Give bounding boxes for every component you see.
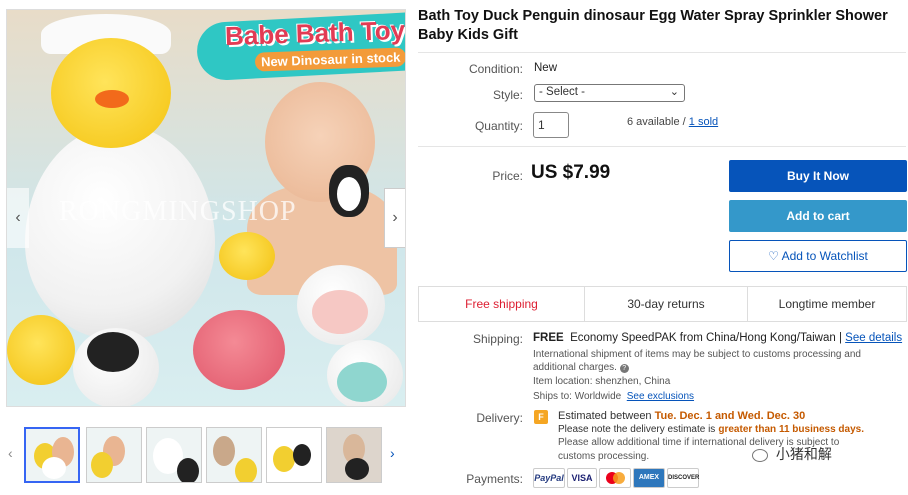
- thumb-prev-arrow-icon[interactable]: ‹: [8, 445, 13, 461]
- delivery-dates: Tue. Dec. 1 and Wed. Dec. 30: [654, 410, 806, 422]
- free-shipping-badge: Free shipping: [418, 286, 585, 322]
- duck-toy-corner: [7, 315, 75, 385]
- buy-it-now-button[interactable]: Buy It Now: [729, 160, 907, 192]
- product-title: Bath Toy Duck Penguin dinosaur Egg Water…: [418, 8, 888, 43]
- shipping-free: FREE: [533, 332, 564, 344]
- delivery-note-highlight: greater than 11 business days.: [718, 423, 864, 435]
- see-details-link[interactable]: See details: [845, 332, 902, 344]
- style-select[interactable]: - Select - ⌄: [534, 84, 685, 102]
- style-label: Style:: [492, 88, 523, 102]
- thumbnail-3[interactable]: [146, 427, 202, 483]
- wechat-watermark: 小猪和解: [752, 444, 832, 464]
- delivery-estimate-icon: F: [534, 410, 548, 424]
- intl-note-line-1: International shipment of items may be s…: [533, 349, 861, 360]
- delivery-details: Estimated between Tue. Dec. 1 and Wed. D…: [558, 410, 888, 463]
- shipping-method: Economy SpeedPAK from China/Hong Kong/Ta…: [570, 332, 842, 344]
- mastercard-icon: MC: [599, 468, 631, 488]
- penguin-toy: [329, 165, 369, 217]
- thumbnail-6[interactable]: [326, 427, 382, 483]
- delivery-estimated-prefix: Estimated between: [558, 410, 652, 422]
- discover-icon: DISCOVER: [667, 468, 699, 488]
- black-penguin-toy: [87, 332, 139, 372]
- thumbnail-5[interactable]: [266, 427, 322, 483]
- item-location: Item location: shenzhen, China: [533, 376, 671, 387]
- thumbnail-2[interactable]: [86, 427, 142, 483]
- thumbnail-strip: ‹ ›: [6, 425, 406, 485]
- delivery-note-prefix: Please note the delivery estimate is: [558, 423, 716, 435]
- divider: [418, 52, 906, 53]
- thumbnail-4[interactable]: [206, 427, 262, 483]
- ships-to: Ships to: Worldwide See exclusions: [533, 390, 694, 403]
- condition-value: New: [534, 62, 558, 74]
- condition-label: Condition:: [468, 62, 523, 76]
- divider: [418, 146, 906, 147]
- shop-watermark: RONGMINGSHOP: [59, 196, 297, 227]
- info-icon[interactable]: ?: [619, 364, 629, 373]
- shipping-summary: FREE Economy SpeedPAK from China/Hong Ko…: [533, 332, 902, 344]
- payments-label: Payments:: [466, 472, 523, 486]
- add-to-cart-button[interactable]: Add to cart: [729, 200, 907, 232]
- shipping-label: Shipping:: [472, 332, 523, 346]
- banner-title: Babe Bath Toy: [224, 14, 406, 52]
- delivery-note-3: customs processing.: [558, 450, 650, 462]
- duck-beak: [95, 90, 129, 108]
- availability: 6 available / 1 sold: [627, 116, 718, 128]
- image-next-arrow-icon[interactable]: ›: [384, 188, 405, 248]
- amex-icon: AMEX: [633, 468, 665, 488]
- wechat-icon: [752, 448, 768, 462]
- price-value: US $7.99: [531, 162, 611, 183]
- quantity-input[interactable]: 1: [533, 112, 569, 138]
- thumbnail-1[interactable]: [24, 427, 80, 483]
- intl-note-line-2: additional charges.: [533, 362, 617, 373]
- see-exclusions-link[interactable]: See exclusions: [627, 391, 694, 402]
- egg-toy: [25, 125, 215, 340]
- style-select-value: - Select -: [539, 86, 586, 98]
- small-duck-toy: [219, 232, 275, 280]
- pink-dinosaur-toy: [193, 310, 285, 390]
- add-to-watchlist-button[interactable]: ♡ Add to Watchlist: [729, 240, 907, 272]
- member-badge: Longtime member: [747, 286, 907, 322]
- main-product-image[interactable]: Babe Bath Toy New Dinosaur in stock RONG…: [6, 9, 406, 407]
- price-label: Price:: [492, 169, 523, 183]
- pink-penguin-toy: [312, 290, 368, 334]
- available-count: 6 available /: [627, 116, 686, 128]
- thumb-next-arrow-icon[interactable]: ›: [390, 445, 395, 461]
- ships-to-text: Ships to: Worldwide: [533, 391, 622, 402]
- image-prev-arrow-icon[interactable]: ‹: [7, 188, 29, 248]
- delivery-label: Delivery:: [476, 411, 523, 425]
- intl-shipping-note: International shipment of items may be s…: [533, 348, 893, 374]
- paypal-icon: PayPal: [533, 468, 565, 488]
- sold-link[interactable]: 1 sold: [689, 116, 718, 128]
- chevron-down-icon: ⌄: [669, 86, 679, 98]
- quantity-label: Quantity:: [474, 119, 523, 133]
- teal-dinosaur-toy: [337, 362, 387, 402]
- wechat-watermark-text: 小猪和解: [775, 446, 832, 462]
- returns-badge: 30-day returns: [584, 286, 748, 322]
- visa-icon: VISA: [567, 468, 597, 488]
